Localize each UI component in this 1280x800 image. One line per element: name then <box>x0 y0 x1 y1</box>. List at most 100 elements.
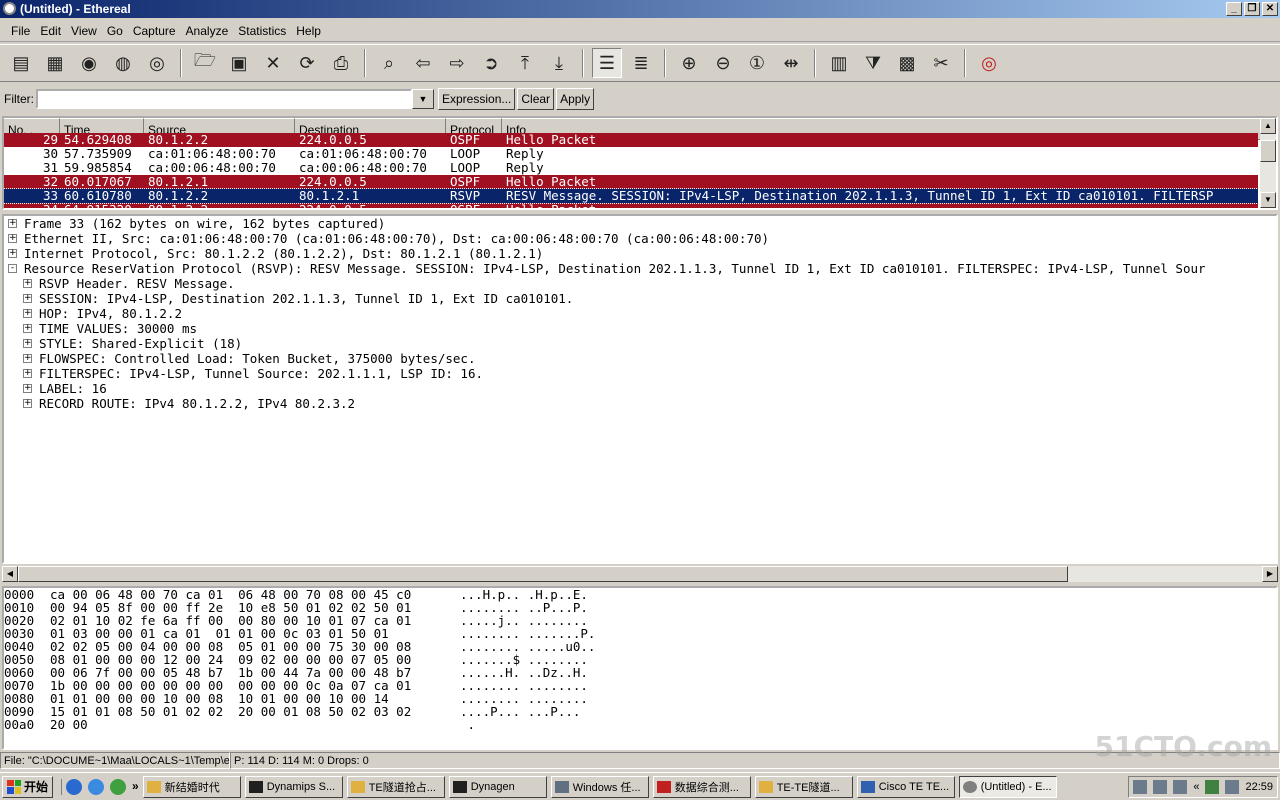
auto-scroll-icon[interactable]: ≣ <box>626 48 656 78</box>
apply-button[interactable]: Apply <box>556 88 595 110</box>
network-icon[interactable] <box>1205 780 1220 794</box>
open-folder-icon[interactable]: 🗁 <box>190 48 220 78</box>
ie-icon[interactable] <box>66 778 83 795</box>
restart-capture-icon[interactable]: ◎ <box>142 48 172 78</box>
help-lifebuoy-icon[interactable]: ◎ <box>974 48 1004 78</box>
menu-capture[interactable]: Capture <box>128 24 181 38</box>
detail-tree-item[interactable]: + RECORD ROUTE: IPv4 80.1.2.2, IPv4 80.2.… <box>4 396 1276 411</box>
colorize-icon[interactable]: ☰ <box>592 48 622 78</box>
close-file-icon[interactable]: ✕ <box>258 48 288 78</box>
hex-row[interactable]: 00a0 20 00 . <box>4 718 1276 731</box>
hex-row[interactable]: 0090 15 01 01 08 50 01 02 02 20 00 01 08 … <box>4 705 1276 718</box>
menu-go[interactable]: Go <box>102 24 128 38</box>
detail-tree-item[interactable]: + FILTERSPEC: IPv4-LSP, Tunnel Source: 20… <box>4 366 1276 381</box>
packet-row[interactable]: 3464.91532080.1.2.2224.0.0.5OSPFHello Pa… <box>4 203 1258 208</box>
print-icon[interactable]: ⎙ <box>326 48 356 78</box>
expand-icon[interactable]: + <box>23 369 32 378</box>
coloring-rules-icon[interactable]: ▩ <box>892 48 922 78</box>
taskbar-button-4[interactable]: Dynagen <box>448 775 547 798</box>
stop-capture-icon[interactable]: ◍ <box>108 48 138 78</box>
detail-tree-item[interactable]: + FLOWSPEC: Controlled Load: Token Bucket… <box>4 351 1276 366</box>
packet-list-scrollbar[interactable]: ▲ ▼ <box>1260 118 1276 208</box>
taskbar-button-5[interactable]: Windows 任... <box>550 775 649 798</box>
volume-icon[interactable] <box>1225 780 1240 794</box>
first-packet-icon[interactable]: ⤒ <box>510 48 540 78</box>
scroll-left-icon[interactable]: ◀ <box>2 566 18 582</box>
expand-icon[interactable]: + <box>8 249 17 258</box>
details-horizontal-scrollbar[interactable]: ◀ ▶ <box>2 566 1278 582</box>
keyboard-icon[interactable] <box>1133 780 1148 794</box>
scroll-thumb-horizontal[interactable] <box>18 566 1068 582</box>
packet-details-pane[interactable]: + Frame 33 (162 bytes on wire, 162 bytes … <box>2 214 1278 564</box>
capture-options-icon[interactable]: ▦ <box>40 48 70 78</box>
expand-icon[interactable]: + <box>23 384 32 393</box>
start-button[interactable]: 开始 <box>2 775 54 798</box>
go-forward-icon[interactable]: ⇨ <box>442 48 472 78</box>
expand-icon[interactable]: + <box>8 219 17 228</box>
capture-filters-icon[interactable]: ▥ <box>824 48 854 78</box>
go-to-packet-icon[interactable]: ➲ <box>476 48 506 78</box>
packet-row[interactable]: 30 57.735909 ca:01:06:48:00:70 ca:01:06:48:… <box>4 147 1258 161</box>
last-packet-icon[interactable]: ⤓ <box>544 48 574 78</box>
scroll-right-icon[interactable]: ▶ <box>1262 566 1278 582</box>
packet-bytes-pane[interactable]: 0000 ca 00 06 48 00 70 ca 01 06 48 00 70 … <box>2 586 1278 750</box>
scroll-down-icon[interactable]: ▼ <box>1260 192 1276 208</box>
help-icon[interactable] <box>1153 780 1168 794</box>
detail-tree-item[interactable]: + TIME VALUES: 30000 ms <box>4 321 1276 336</box>
zoom-out-icon[interactable]: ⊖ <box>708 48 738 78</box>
scroll-up-icon[interactable]: ▲ <box>1260 118 1276 134</box>
scroll-thumb[interactable] <box>1260 140 1276 162</box>
detail-tree-item[interactable]: + RSVP Header. RESV Message. <box>4 276 1276 291</box>
go-back-icon[interactable]: ⇦ <box>408 48 438 78</box>
window-titlebar[interactable]: (Untitled) - Ethereal _ ❐ ✕ <box>0 0 1280 18</box>
ethereal-app-icon[interactable] <box>3 2 16 15</box>
collapse-icon[interactable]: - <box>8 264 17 273</box>
packet-row[interactable]: 32 60.017067 80.1.2.1 224.0.0.5 OSPF Hello Pa… <box>4 175 1258 189</box>
restore-button[interactable]: ❐ <box>1244 2 1260 16</box>
detail-tree-item[interactable]: + SESSION: IPv4-LSP, Destination 202.1.1.… <box>4 291 1276 306</box>
resize-columns-icon[interactable]: ⇹ <box>776 48 806 78</box>
taskbar-button-1[interactable]: 新结婚时代 <box>142 775 241 798</box>
save-icon[interactable]: ▣ <box>224 48 254 78</box>
tray-expand-icon[interactable]: « <box>1193 781 1199 793</box>
taskbar-button-ethereal[interactable]: (Untitled) - E... <box>958 775 1057 798</box>
menu-statistics[interactable]: Statistics <box>233 24 291 38</box>
expand-icon[interactable]: + <box>23 354 32 363</box>
taskbar-button-2[interactable]: Dynamips S... <box>244 775 343 798</box>
expand-icon[interactable]: + <box>23 309 32 318</box>
taskbar-button-8[interactable]: Cisco TE TE... <box>856 775 955 798</box>
expand-icon[interactable]: + <box>23 279 32 288</box>
menu-edit[interactable]: Edit <box>35 24 66 38</box>
close-button[interactable]: ✕ <box>1262 2 1278 16</box>
packet-row[interactable]: 29 54.629408 80.1.2.2 224.0.0.5 OSPF Hello Pa… <box>4 133 1258 147</box>
pen-icon[interactable] <box>1173 780 1188 794</box>
detail-tree-item[interactable]: + Frame 33 (162 bytes on wire, 162 bytes … <box>4 216 1276 231</box>
media-icon[interactable] <box>110 778 127 795</box>
detail-tree-item[interactable]: + STYLE: Shared-Explicit (18) <box>4 336 1276 351</box>
detail-tree-item[interactable]: + HOP: IPv4, 80.1.2.2 <box>4 306 1276 321</box>
detail-tree-item[interactable]: + LABEL: 16 <box>4 381 1276 396</box>
menu-file[interactable]: File <box>6 24 35 38</box>
detail-tree-item[interactable]: - Resource ReserVation Protocol (RSVP): R… <box>4 261 1276 276</box>
find-packet-icon[interactable]: ⌕ <box>374 48 404 78</box>
zoom-in-icon[interactable]: ⊕ <box>674 48 704 78</box>
clear-button[interactable]: Clear <box>517 88 555 110</box>
packet-list-pane[interactable]: No. . Time Source Destination Protocol I… <box>2 116 1278 210</box>
expand-icon[interactable]: + <box>23 294 32 303</box>
filter-dropdown-icon[interactable]: ▼ <box>412 89 434 109</box>
expand-icon[interactable]: + <box>23 339 32 348</box>
expand-icon[interactable]: + <box>23 399 32 408</box>
preferences-icon[interactable]: ✂ <box>926 48 956 78</box>
minimize-button[interactable]: _ <box>1226 2 1242 16</box>
expand-icon[interactable]: + <box>8 234 17 243</box>
packet-row[interactable]: 31 59.985854 ca:00:06:48:00:70 ca:00:06:48:… <box>4 161 1258 175</box>
taskbar-button-3[interactable]: TE隧道抢占... <box>346 775 445 798</box>
reload-icon[interactable]: ⟳ <box>292 48 322 78</box>
zoom-normal-icon[interactable]: ① <box>742 48 772 78</box>
menu-view[interactable]: View <box>66 24 102 38</box>
filter-input[interactable] <box>36 89 412 109</box>
start-capture-icon[interactable]: ◉ <box>74 48 104 78</box>
expand-icon[interactable]: + <box>23 324 32 333</box>
outlook-icon[interactable] <box>88 778 105 795</box>
menu-analyze[interactable]: Analyze <box>181 24 234 38</box>
